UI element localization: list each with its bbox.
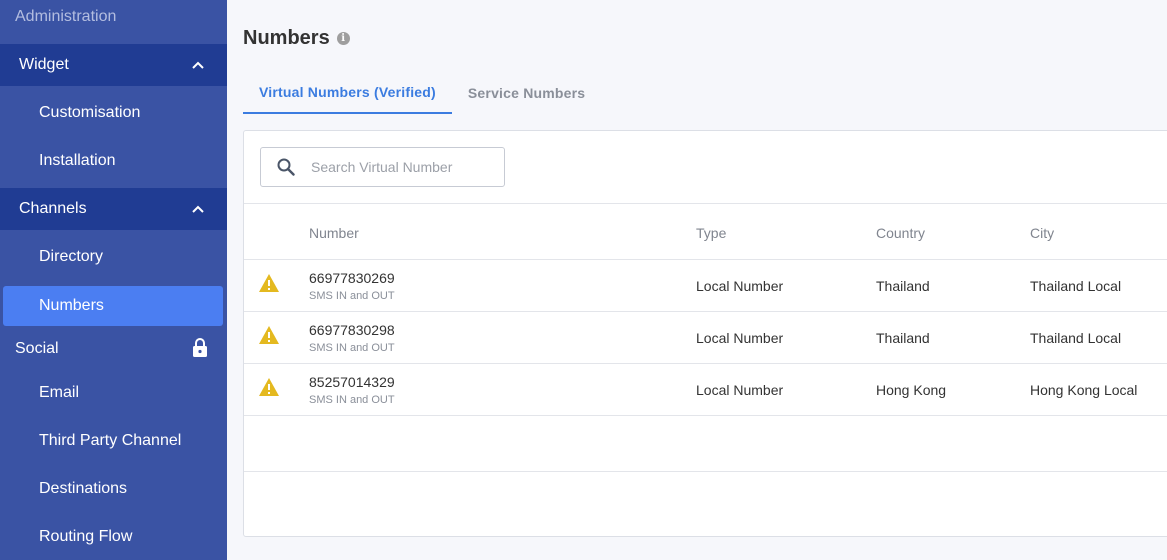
type-cell: Local Number <box>696 278 784 294</box>
table-row[interactable]: 85257014329 SMS IN and OUT Local Number … <box>244 364 1167 416</box>
search-input[interactable] <box>311 159 491 175</box>
type-cell: Local Number <box>696 330 784 346</box>
tab-service-numbers[interactable]: Service Numbers <box>452 72 601 114</box>
sidebar-item-email[interactable]: Email <box>0 373 227 413</box>
number-value: 85257014329 <box>309 374 395 390</box>
table-row[interactable]: 66977830298 SMS IN and OUT Local Number … <box>244 312 1167 364</box>
main-content: Numbers i Virtual Numbers (Verified) Ser… <box>227 0 1167 560</box>
column-header-city: City <box>1030 225 1055 241</box>
lock-icon <box>192 337 208 362</box>
sidebar-item-customisation[interactable]: Customisation <box>0 93 227 133</box>
chevron-up-icon <box>191 202 205 216</box>
sidebar-item-numbers[interactable]: Numbers <box>3 286 223 326</box>
warning-icon <box>258 273 280 298</box>
sidebar-section-widget[interactable]: Widget <box>0 44 227 86</box>
page-title-text: Numbers <box>243 27 330 49</box>
country-cell: Thailand <box>876 278 930 294</box>
number-value: 66977830269 <box>309 270 395 286</box>
tab-bar: Virtual Numbers (Verified) Service Numbe… <box>243 72 601 114</box>
number-capability: SMS IN and OUT <box>309 290 395 302</box>
sidebar-item-routing-flow[interactable]: Routing Flow <box>0 517 227 557</box>
sidebar-section-channels[interactable]: Channels <box>0 188 227 230</box>
sidebar-section-label: Social <box>15 340 59 357</box>
country-cell: Hong Kong <box>876 382 947 398</box>
info-icon[interactable]: i <box>336 32 350 45</box>
sidebar-heading: Administration <box>15 8 117 25</box>
column-header-country: Country <box>876 225 926 241</box>
divider <box>244 203 1167 204</box>
chevron-up-icon <box>191 58 205 72</box>
number-value: 66977830298 <box>309 322 395 338</box>
page-title: Numbers i <box>243 27 350 50</box>
sidebar-item-third-party-channel[interactable]: Third Party Channel <box>0 421 227 461</box>
type-cell: Local Number <box>696 382 784 398</box>
city-cell: Thailand Local <box>1030 278 1122 294</box>
table-row[interactable]: 66977830269 SMS IN and OUT Local Number … <box>244 260 1167 312</box>
sidebar-item-destinations[interactable]: Destinations <box>0 469 227 509</box>
sidebar-item-installation[interactable]: Installation <box>0 141 227 181</box>
sidebar-section-label: Channels <box>19 200 87 217</box>
warning-icon <box>258 377 280 402</box>
search-icon <box>261 158 311 176</box>
sidebar-item-directory[interactable]: Directory <box>0 237 227 277</box>
warning-icon <box>258 325 280 350</box>
tab-virtual-numbers[interactable]: Virtual Numbers (Verified) <box>243 72 452 114</box>
city-cell: Thailand Local <box>1030 330 1122 346</box>
country-cell: Thailand <box>876 330 930 346</box>
sidebar-section-social[interactable]: Social <box>0 329 227 369</box>
divider <box>244 471 1167 472</box>
sidebar-section-label: Widget <box>19 56 69 73</box>
number-capability: SMS IN and OUT <box>309 342 395 354</box>
number-capability: SMS IN and OUT <box>309 394 395 406</box>
column-header-type: Type <box>696 225 727 241</box>
column-header-number: Number <box>309 225 359 241</box>
sidebar: Administration Widget Customisation Inst… <box>0 0 227 560</box>
numbers-table-card: Number Type Country City 66977830269 SMS… <box>243 130 1167 537</box>
divider <box>244 415 1167 416</box>
city-cell: Hong Kong Local <box>1030 382 1138 398</box>
search-box <box>260 147 505 187</box>
